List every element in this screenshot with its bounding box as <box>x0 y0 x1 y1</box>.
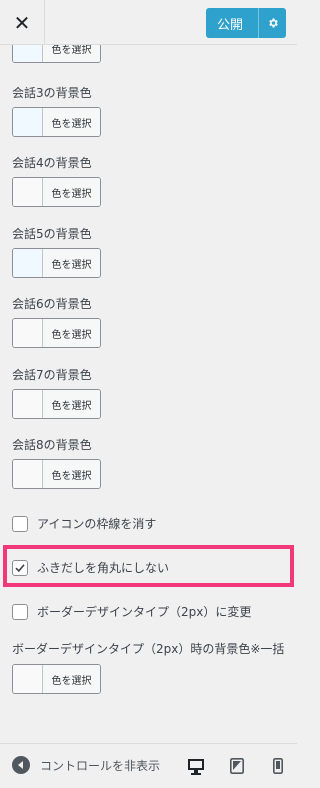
checkbox-no-rounded-bubble[interactable]: ふきだしを角丸にしない <box>12 559 169 576</box>
checkbox-label: ボーダーデザインタイプ（2px）に変更 <box>37 605 252 619</box>
color-swatch <box>13 460 43 488</box>
collapse-label: コントロールを非表示 <box>40 758 161 773</box>
customizer-header: ✕ 公開 <box>0 0 297 45</box>
color-picker-button[interactable]: 色を選択 <box>12 45 101 63</box>
customizer-footer: コントロールを非表示 <box>0 743 297 788</box>
color-picker-label: 色を選択 <box>43 460 100 488</box>
color-picker-label: 色を選択 <box>43 665 100 693</box>
checkbox-box[interactable] <box>12 515 28 532</box>
color-picker-button[interactable]: 色を選択 <box>12 318 101 348</box>
color-control-conversation-6: 会話6の背景色 色を選択 <box>12 296 101 348</box>
color-control-partial: 色を選択 <box>12 45 101 63</box>
checkmark-icon <box>15 563 25 572</box>
color-control-conversation-5: 会話5の背景色 色を選択 <box>12 226 101 278</box>
checkbox-border-design[interactable]: ボーダーデザインタイプ（2px）に変更 <box>12 603 251 620</box>
color-picker-button[interactable]: 色を選択 <box>12 664 101 694</box>
color-control-conversation-3: 会話3の背景色 色を選択 <box>12 85 101 137</box>
color-picker-button[interactable]: 色を選択 <box>12 389 101 419</box>
color-picker-label: 色を選択 <box>43 108 100 136</box>
control-label: 会話6の背景色 <box>12 297 92 311</box>
color-control-conversation-4: 会話4の背景色 色を選択 <box>12 155 101 207</box>
color-picker-button[interactable]: 色を選択 <box>12 107 101 137</box>
checkbox-label: ふきだしを角丸にしない <box>37 561 170 575</box>
publish-button[interactable]: 公開 <box>206 8 258 38</box>
checkbox-remove-icon-border[interactable]: アイコンの枠線を消す <box>12 515 156 532</box>
preview-mobile-button[interactable] <box>266 754 290 778</box>
color-picker-label: 色を選択 <box>43 178 100 206</box>
preview-desktop-button[interactable] <box>184 754 208 778</box>
color-swatch <box>13 319 43 347</box>
control-label: 会話5の背景色 <box>12 227 92 241</box>
color-picker-label: 色を選択 <box>43 249 100 277</box>
color-swatch <box>13 108 43 136</box>
color-swatch <box>13 249 43 277</box>
close-button[interactable]: ✕ <box>0 0 45 45</box>
close-icon: ✕ <box>13 10 31 35</box>
control-label: 会話4の背景色 <box>12 156 92 170</box>
color-control-conversation-7: 会話7の背景色 色を選択 <box>12 367 101 419</box>
mobile-icon <box>273 758 283 774</box>
checkbox-box[interactable] <box>12 559 28 576</box>
checkbox-box[interactable] <box>12 603 28 620</box>
control-label: 会話8の背景色 <box>12 438 92 452</box>
preview-tablet-button[interactable] <box>225 754 249 778</box>
color-picker-button[interactable]: 色を選択 <box>12 177 101 207</box>
publish-settings-button[interactable] <box>258 8 286 38</box>
color-picker-button[interactable]: 色を選択 <box>12 248 101 278</box>
control-label: 会話3の背景色 <box>12 86 92 100</box>
color-picker-label: 色を選択 <box>43 45 100 62</box>
customizer-controls[interactable]: 色を選択 会話3の背景色 色を選択 会話4の背景色 色を選択 会話5の背景色 色… <box>0 45 297 743</box>
control-label: 会話7の背景色 <box>12 368 92 382</box>
collapse-sidebar-button[interactable]: コントロールを非表示 <box>12 756 174 774</box>
color-swatch <box>13 178 43 206</box>
color-swatch <box>13 390 43 418</box>
color-swatch <box>13 665 43 693</box>
checkbox-label: アイコンの枠線を消す <box>37 517 157 531</box>
desktop-icon <box>188 758 204 775</box>
control-label: ボーダーデザインタイプ（2px）時の背景色※一括 <box>12 642 285 656</box>
arrow-left-circle-icon <box>12 756 30 774</box>
color-control-border-bg: ボーダーデザインタイプ（2px）時の背景色※一括 色を選択 <box>12 639 292 694</box>
color-swatch <box>13 45 43 62</box>
color-picker-label: 色を選択 <box>43 390 100 418</box>
color-picker-button[interactable]: 色を選択 <box>12 459 101 489</box>
color-control-conversation-8: 会話8の背景色 色を選択 <box>12 437 101 489</box>
publish-button-group: 公開 <box>206 8 286 38</box>
color-picker-label: 色を選択 <box>43 319 100 347</box>
tablet-icon <box>230 758 244 774</box>
gear-icon <box>268 18 278 28</box>
